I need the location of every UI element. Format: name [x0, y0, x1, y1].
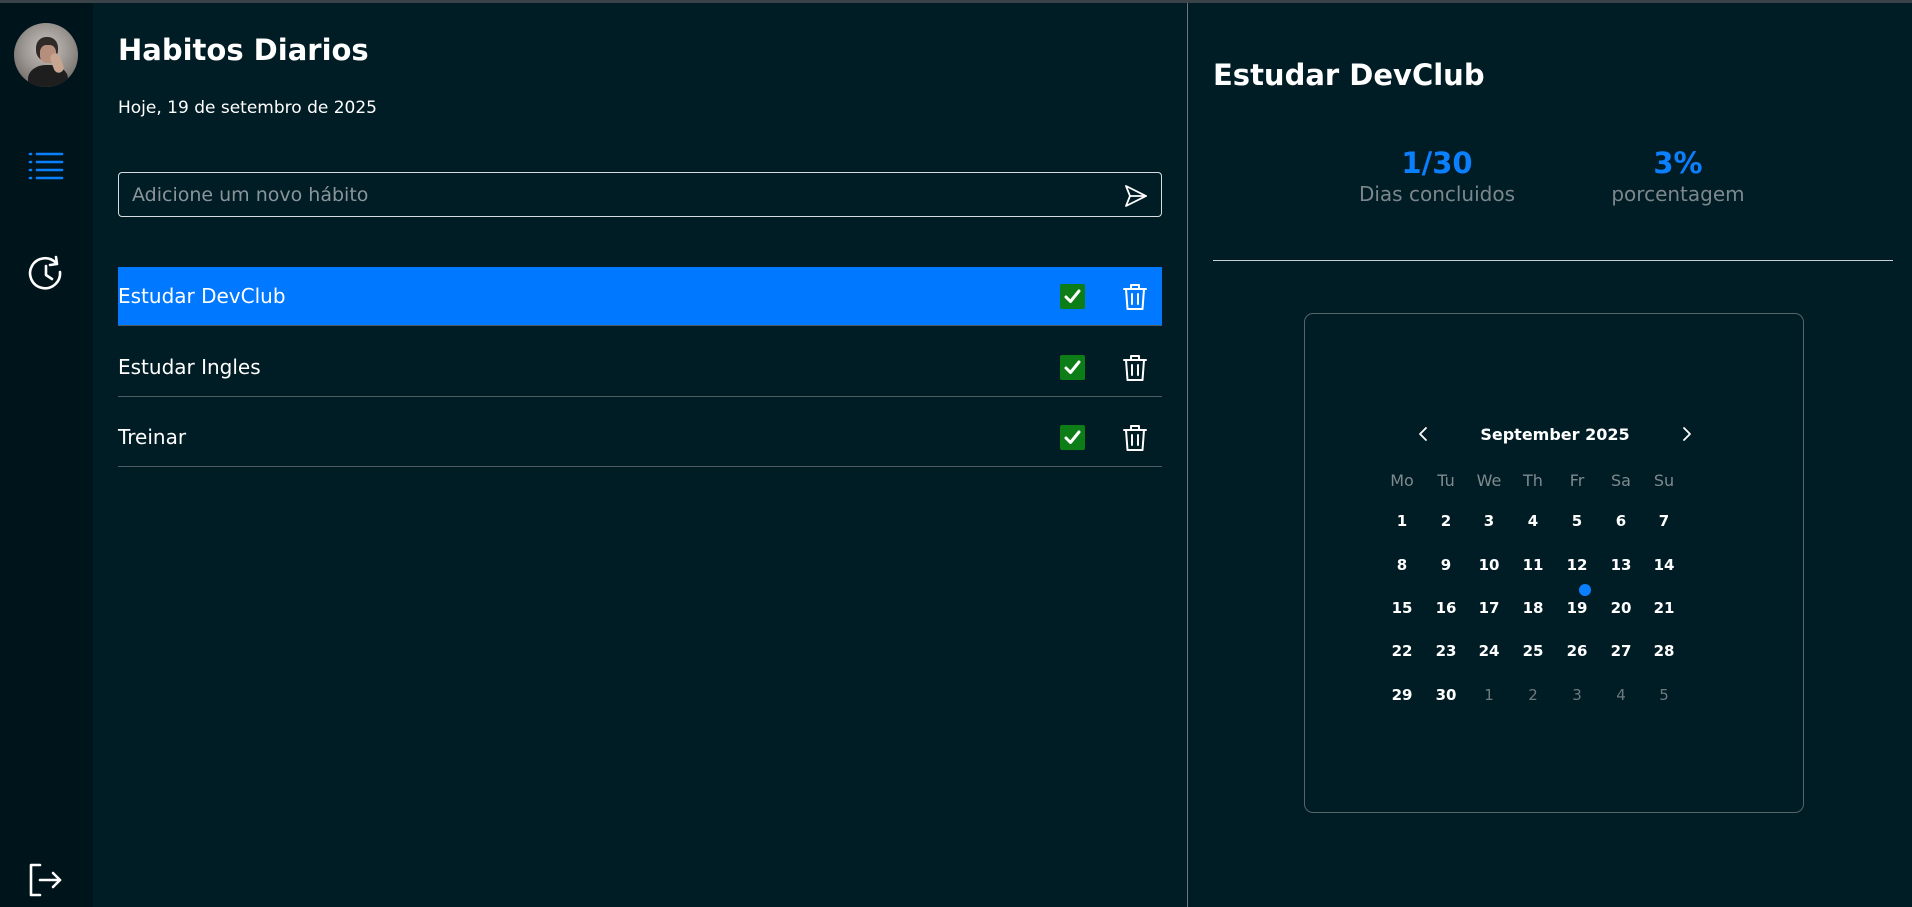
calendar-day[interactable]: 24 — [1469, 642, 1509, 660]
detail-title: Estudar DevClub — [1213, 58, 1485, 92]
calendar-day[interactable]: 11 — [1513, 556, 1553, 574]
current-date: Hoje, 19 de setembro de 2025 — [118, 98, 377, 118]
calendar-day[interactable]: 15 — [1382, 599, 1422, 617]
stat-days-completed: 1/30 Dias concluidos — [1337, 146, 1537, 206]
calendar-day[interactable]: 28 — [1644, 642, 1684, 660]
send-icon[interactable] — [1123, 183, 1149, 209]
page-title: Habitos Diarios — [118, 33, 369, 67]
calendar-day[interactable]: 25 — [1513, 642, 1553, 660]
calendar-day-outside-month[interactable]: 4 — [1601, 686, 1641, 704]
weekday-label: Su — [1653, 471, 1675, 490]
sidebar — [0, 3, 93, 907]
calendar-day[interactable]: 30 — [1426, 686, 1466, 704]
logout-icon[interactable] — [26, 860, 66, 900]
calendar-day[interactable]: 22 — [1382, 642, 1422, 660]
panel-divider — [1187, 3, 1188, 907]
history-icon[interactable] — [26, 254, 66, 294]
habit-item-estudar-devclub[interactable]: Estudar DevClub — [118, 267, 1162, 326]
calendar-day[interactable]: 23 — [1426, 642, 1466, 660]
calendar-day[interactable]: 13 — [1601, 556, 1641, 574]
stat-label: Dias concluidos — [1358, 182, 1516, 206]
habit-name: Treinar — [118, 425, 187, 449]
habit-item-treinar[interactable]: Treinar — [118, 408, 1162, 467]
calendar-day-outside-month[interactable]: 3 — [1557, 686, 1597, 704]
habit-checkbox[interactable] — [1060, 425, 1085, 450]
weekday-label: Mo — [1390, 471, 1414, 490]
calendar-day[interactable]: 19 — [1557, 599, 1597, 617]
calendar-day-outside-month[interactable]: 1 — [1469, 686, 1509, 704]
weekday-label: Sa — [1611, 471, 1631, 490]
trash-icon[interactable] — [1122, 283, 1148, 311]
stats-divider — [1213, 260, 1893, 261]
weekday-label: Tu — [1437, 471, 1455, 490]
calendar-day[interactable]: 2 — [1426, 512, 1466, 530]
calendar-day[interactable]: 9 — [1426, 556, 1466, 574]
calendar-day-outside-month[interactable]: 2 — [1513, 686, 1553, 704]
habits-panel: Habitos Diarios Hoje, 19 de setembro de … — [118, 3, 1162, 907]
habit-checkbox[interactable] — [1060, 355, 1085, 380]
weekday-label: Fr — [1569, 471, 1585, 490]
new-habit-form — [118, 172, 1162, 217]
calendar-day[interactable]: 1 — [1382, 512, 1422, 530]
calendar-day[interactable]: 5 — [1557, 512, 1597, 530]
calendar-day[interactable]: 7 — [1644, 512, 1684, 530]
calendar-day[interactable]: 17 — [1469, 599, 1509, 617]
stat-value: 1/30 — [1401, 146, 1473, 180]
stat-label: porcentagem — [1611, 182, 1745, 206]
calendar-day[interactable]: 10 — [1469, 556, 1509, 574]
weekday-label: We — [1476, 471, 1502, 490]
calendar-day[interactable]: 26 — [1557, 642, 1597, 660]
calendar: September 2025 Mo Tu We Th Fr Sa Su 1 2 3 4 5 6 7 8 9 10… — [1304, 313, 1804, 813]
calendar-day[interactable]: 18 — [1513, 599, 1553, 617]
calendar-day[interactable]: 20 — [1601, 599, 1641, 617]
calendar-day[interactable]: 16 — [1426, 599, 1466, 617]
calendar-day-outside-month[interactable]: 5 — [1644, 686, 1684, 704]
stat-value: 3% — [1653, 146, 1703, 180]
weekday-label: Th — [1523, 471, 1543, 490]
habit-name: Estudar Ingles — [118, 355, 261, 379]
completed-day-marker — [1579, 584, 1591, 596]
calendar-day[interactable]: 3 — [1469, 512, 1509, 530]
calendar-day[interactable]: 27 — [1601, 642, 1641, 660]
trash-icon[interactable] — [1122, 424, 1148, 452]
habit-detail-panel: Estudar DevClub 1/30 Dias concluidos 3% … — [1213, 3, 1893, 907]
avatar[interactable] — [14, 23, 78, 87]
list-icon[interactable] — [26, 146, 66, 186]
new-habit-input[interactable] — [132, 173, 1102, 216]
calendar-day[interactable]: 6 — [1601, 512, 1641, 530]
habit-item-estudar-ingles[interactable]: Estudar Ingles — [118, 338, 1162, 397]
calendar-month: September 2025 — [1480, 425, 1630, 444]
calendar-day[interactable]: 12 — [1557, 556, 1597, 574]
calendar-day[interactable]: 4 — [1513, 512, 1553, 530]
calendar-day[interactable]: 8 — [1382, 556, 1422, 574]
calendar-day[interactable]: 21 — [1644, 599, 1684, 617]
habit-checkbox[interactable] — [1060, 284, 1085, 309]
chevron-right-icon[interactable] — [1675, 422, 1699, 446]
calendar-header: September 2025 — [1305, 422, 1805, 446]
stat-percentage: 3% porcentagem — [1578, 146, 1778, 206]
calendar-day[interactable]: 29 — [1382, 686, 1422, 704]
trash-icon[interactable] — [1122, 354, 1148, 382]
habit-name: Estudar DevClub — [118, 284, 286, 308]
calendar-day[interactable]: 14 — [1644, 556, 1684, 574]
